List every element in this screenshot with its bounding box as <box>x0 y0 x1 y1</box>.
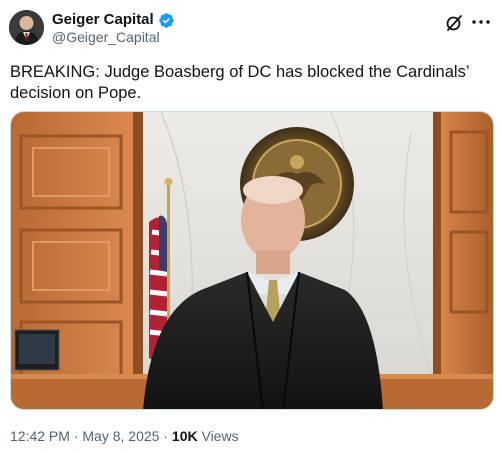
tweet-photo[interactable] <box>10 111 494 410</box>
tweet-post: Geiger Capital @Geiger_Capital BREAKING:… <box>0 0 500 453</box>
author-handle[interactable]: @Geiger_Capital <box>52 29 160 46</box>
author-avatar[interactable] <box>9 10 44 45</box>
verified-badge-icon <box>158 12 175 29</box>
tweet-text: BREAKING: Judge Boasberg of DC has block… <box>10 63 469 102</box>
tweet-header: Geiger Capital @Geiger_Capital <box>8 9 494 49</box>
tweet-time[interactable]: 12:42 PM <box>10 428 70 444</box>
views-label: Views <box>201 428 239 444</box>
author-display-name[interactable]: Geiger Capital <box>52 11 154 29</box>
views-count: 10K <box>171 428 198 444</box>
tweet-date[interactable]: May 8, 2025 <box>82 428 159 444</box>
meta-separator: · <box>163 428 169 444</box>
more-icon[interactable] <box>470 12 492 32</box>
author-name-row: Geiger Capital <box>52 11 175 29</box>
tweet-meta: 12:42 PM · May 8, 2025 · 10K Views <box>10 428 239 445</box>
meta-separator: · <box>73 428 79 444</box>
grok-icon[interactable] <box>445 14 463 32</box>
